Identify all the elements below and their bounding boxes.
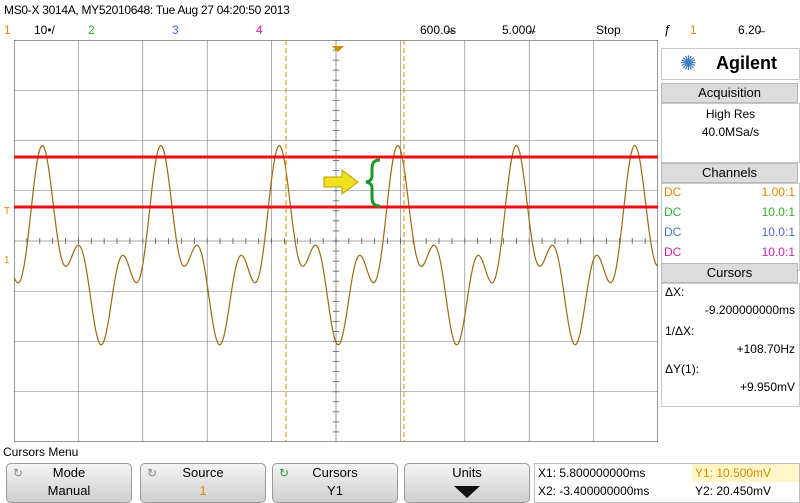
run-state[interactable]: Stop xyxy=(596,23,621,37)
trigger-channel[interactable]: 1 xyxy=(690,23,697,37)
ch3-coupling: DC xyxy=(664,225,682,239)
acquisition-header: Acquisition xyxy=(661,83,798,103)
green-brace-icon xyxy=(365,158,381,208)
menu-title: Cursors Menu xyxy=(3,445,79,459)
ch1-probe: 1.00:1 xyxy=(761,185,795,199)
cursors-box: ΔX: -9.200000000ms 1/ΔX: +108.70Hz ΔY(1)… xyxy=(661,283,800,407)
channels-box: DC 1.00:1 DC 10.0:1 DC 10.0:1 DC 10.0:1 xyxy=(661,183,800,271)
sample-rate: 40.0MSa/s xyxy=(701,125,760,139)
channel-status-row: 1 10•/ 2 3 4 600.0̶s 5.000̶/ Stop xyxy=(0,22,658,40)
inverse-delta-x-label: 1/ΔX: xyxy=(665,324,695,338)
channel-3-number[interactable]: 3 xyxy=(172,23,179,37)
source-value: 1 xyxy=(199,483,207,498)
softkey-menu: Cursors Menu ↻ Mode Manual ↻ Source 1 ↻ … xyxy=(0,444,800,503)
right-info-panel: ✺ Agilent Acquisition High Res 40.0MSa/s… xyxy=(661,48,800,442)
time-delay[interactable]: 600.0̶s xyxy=(420,23,456,37)
brand-name: Agilent xyxy=(716,53,777,73)
trigger-level-marker: T xyxy=(4,206,11,217)
channel-1-scale[interactable]: 10•/ xyxy=(34,23,55,37)
delta-x-value: -9.200000000ms xyxy=(704,303,795,317)
channels-header: Channels xyxy=(661,163,798,183)
inverse-delta-x-value: +108.70Hz xyxy=(736,342,795,356)
y1-readout: Y1: 10.500mV xyxy=(695,466,772,480)
ch3-probe: 10.0:1 xyxy=(761,225,795,239)
source-label: Source xyxy=(182,465,224,480)
cursors-header: Cursors xyxy=(661,263,798,283)
ground-marker: 1 xyxy=(4,255,10,266)
x2-readout: X2: -3.400000000ms xyxy=(538,484,650,498)
cursors-value: Y1 xyxy=(327,483,343,498)
yellow-arrow-icon xyxy=(323,169,359,195)
time-per-div[interactable]: 5.000̶/ xyxy=(502,23,535,37)
cursors-softkey[interactable]: ↻ Cursors Y1 xyxy=(272,463,398,503)
cursor-readout: X1: 5.800000000ms X2: -3.400000000ms Y1:… xyxy=(534,463,800,503)
mode-softkey[interactable]: ↻ Mode Manual xyxy=(6,463,132,503)
trigger-position-marker xyxy=(332,46,344,52)
x1-readout: X1: 5.800000000ms xyxy=(538,466,646,480)
acquisition-box: High Res 40.0MSa/s xyxy=(661,103,800,163)
ch4-probe: 10.0:1 xyxy=(761,245,795,259)
trigger-slope-icon: ƒ xyxy=(664,22,672,37)
arrow-down-icon xyxy=(454,486,480,498)
delta-x-label: ΔX: xyxy=(665,285,685,299)
source-softkey[interactable]: ↻ Source 1 xyxy=(140,463,266,503)
delta-y-value: +9.950mV xyxy=(739,380,795,394)
units-label: Units xyxy=(452,465,482,480)
cursors-label: Cursors xyxy=(312,465,358,480)
waveform-display[interactable] xyxy=(14,40,658,442)
channel-4-number[interactable]: 4 xyxy=(256,23,263,37)
ch4-coupling: DC xyxy=(664,245,682,259)
window-title: MS0-X 3014A, MY52010648: Tue Aug 27 04:2… xyxy=(4,3,290,17)
ch1-coupling: DC xyxy=(664,185,682,199)
mode-value: Manual xyxy=(47,483,91,498)
acquisition-mode: High Res xyxy=(705,107,756,121)
ch2-probe: 10.0:1 xyxy=(761,205,795,219)
graticule xyxy=(14,40,658,442)
agilent-logo-icon: ✺ xyxy=(680,53,697,75)
y2-readout: Y2: 20.450mV xyxy=(695,484,772,498)
units-softkey[interactable]: Units xyxy=(404,463,530,503)
brand-box: ✺ Agilent xyxy=(661,48,800,80)
ch2-coupling: DC xyxy=(664,205,682,219)
trigger-level[interactable]: 6.20̶ xyxy=(738,23,761,37)
channel-2-number[interactable]: 2 xyxy=(88,23,95,37)
channel-1-number[interactable]: 1 xyxy=(4,23,11,37)
mode-label: Mode xyxy=(52,465,86,480)
delta-y-label: ΔY(1): xyxy=(665,362,700,376)
